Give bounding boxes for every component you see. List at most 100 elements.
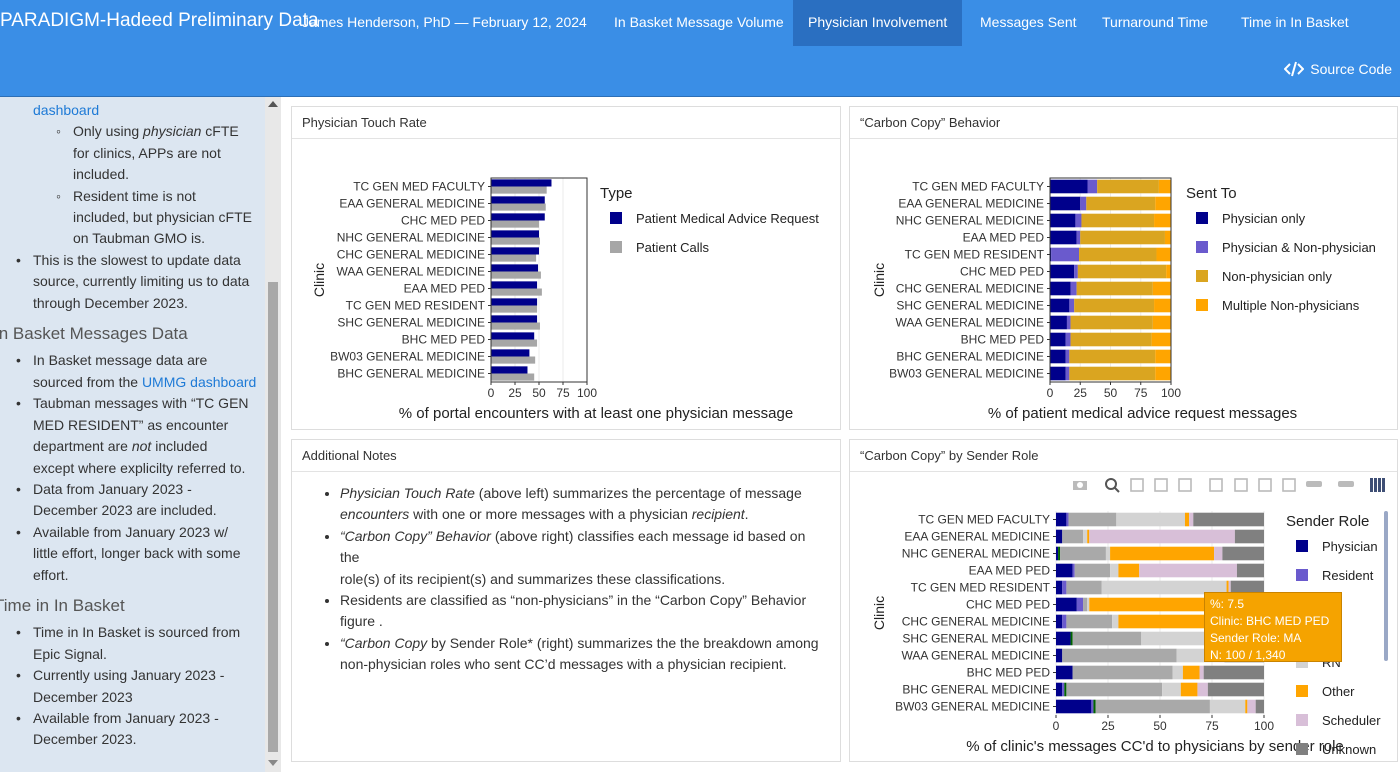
tab-physician-involvement[interactable]: Physician Involvement <box>793 0 963 46</box>
reset-axes-icon <box>1282 478 1296 492</box>
y-tick-label: SHC GENERAL MEDICINE <box>896 299 1044 313</box>
tab-turnaround-time[interactable]: Turnaround Time <box>1087 0 1223 46</box>
scroll-up-icon[interactable] <box>268 101 278 107</box>
bar-segment <box>1087 179 1098 194</box>
bar-segment <box>1234 529 1264 544</box>
bar-segment <box>1097 179 1159 194</box>
bar-segment <box>1180 682 1198 697</box>
tab-time-in-in-basket[interactable]: Time in In Basket <box>1226 0 1364 46</box>
bar-segment <box>1255 699 1264 714</box>
plotly-logo-bar <box>1378 478 1381 492</box>
bar-segment <box>1066 682 1163 697</box>
bar-segment <box>1072 665 1173 680</box>
bar-segment <box>1222 546 1264 561</box>
scroll-down-icon[interactable] <box>268 760 278 766</box>
legend-label: Physician only <box>1222 211 1306 226</box>
y-tick-label: WAA GENERAL MEDICINE <box>896 316 1044 330</box>
bar-segment <box>1066 315 1071 330</box>
y-tick-label: SHC GENERAL MEDICINE <box>902 632 1050 646</box>
bar-segment <box>1110 546 1215 561</box>
modebar-glyph <box>1209 478 1223 492</box>
bar-segment <box>1056 597 1077 612</box>
bar-segment <box>1158 179 1171 194</box>
zoom-out-icon <box>1234 478 1248 492</box>
legend-label: Physician & Non-physician <box>1222 240 1376 255</box>
bar-segment <box>1105 546 1111 561</box>
author-date: James Henderson, PhD — February 12, 2024 <box>302 14 587 30</box>
bar-segment <box>1062 682 1065 697</box>
bar-segment <box>1116 512 1185 527</box>
bar-segment <box>1060 546 1106 561</box>
modebar-glyph <box>1130 478 1144 492</box>
source-code-link[interactable]: Source Code <box>1283 61 1392 77</box>
tab-messages-sent[interactable]: Messages Sent <box>965 0 1092 46</box>
bar-segment <box>1074 298 1155 313</box>
tab-in-basket-message-volume[interactable]: In Basket Message Volume <box>599 0 799 46</box>
bar-segment <box>1154 298 1171 313</box>
y-tick-label: EAA MED PED <box>969 564 1051 578</box>
bar-segment <box>1050 179 1088 194</box>
bar-segment <box>1089 529 1235 544</box>
bar-segment <box>1072 631 1142 646</box>
x-tick-label: 0 <box>1047 386 1054 400</box>
scroll-thumb[interactable] <box>268 282 278 752</box>
x-axis-title: % of patient medical advice request mess… <box>988 405 1297 422</box>
bar-segment <box>1062 580 1067 595</box>
bar-segment <box>1056 682 1063 697</box>
sidebar-scrollbar[interactable] <box>265 97 281 772</box>
legend-label: Unknown <box>1322 742 1376 757</box>
legend-swatch <box>1196 270 1208 282</box>
modebar-glyph <box>1338 481 1354 487</box>
bar-segment <box>1069 366 1156 381</box>
bar-segment <box>1069 298 1075 313</box>
bar-segment <box>1062 614 1067 629</box>
sidebar-item-time-available: Available from January 2023 - December 2… <box>0 708 260 751</box>
zoom-in-icon <box>1209 478 1223 492</box>
legend-scrollbar <box>1384 511 1388 661</box>
legend-swatch <box>610 212 622 224</box>
bar <box>491 322 540 330</box>
bar-segment <box>1083 529 1088 544</box>
sidebar-item-data-range: Data from January 2023 - December 2023 a… <box>0 479 260 522</box>
bar-segment <box>1050 315 1067 330</box>
y-tick-label: CHC MED PED <box>966 598 1050 612</box>
bar-segment <box>1197 682 1208 697</box>
y-axis-title: Clinic <box>311 263 327 297</box>
bar <box>491 288 542 296</box>
bar-segment <box>1074 264 1078 279</box>
legend-label: Other <box>1322 684 1355 699</box>
bar-segment <box>1070 332 1152 347</box>
camera-icon <box>1073 481 1087 490</box>
y-tick-label: BW03 GENERAL MEDICINE <box>895 700 1050 714</box>
y-tick-label: NHC GENERAL MEDICINE <box>896 214 1044 228</box>
panel-carbon-copy-behavior: “Carbon Copy” Behavior 0 25 50 75 100 TC GEN … <box>849 106 1398 430</box>
bar <box>491 230 539 238</box>
bar-segment <box>1072 563 1075 578</box>
y-tick-label: CHC MED PED <box>960 265 1044 279</box>
legend-label: Patient Calls <box>636 240 709 255</box>
bar-segment <box>1066 614 1113 629</box>
y-tick-label: WAA GENERAL MEDICINE <box>337 265 485 279</box>
bar-segment <box>1184 512 1190 527</box>
bar <box>491 271 541 279</box>
bar <box>491 247 539 255</box>
y-tick-label: BHC GENERAL MEDICINE <box>337 367 485 381</box>
compare-hover-icon <box>1338 481 1354 487</box>
y-tick-label: CHC MED PED <box>401 214 485 228</box>
sidebar-item-slowest: This is the slowest to update data sourc… <box>0 250 260 314</box>
bar-segment <box>1139 563 1237 578</box>
ummg-dashboard-link[interactable]: UMMG dashboard <box>142 374 256 390</box>
bar-segment <box>1050 349 1066 364</box>
panel-title: “Carbon Copy” by Sender Role <box>850 440 1397 472</box>
x-tick-label: 0 <box>1053 719 1060 733</box>
bar-segment <box>1095 699 1210 714</box>
bar <box>491 356 536 364</box>
dashboard-link[interactable]: dashboard <box>33 102 99 118</box>
sidebar-heading-inbasket: In Basket Messages Data <box>0 324 188 344</box>
bar-segment <box>1066 580 1102 595</box>
source-code-label: Source Code <box>1310 61 1392 77</box>
zoom-icon-handle <box>1114 487 1120 493</box>
sidebar-content: dashboard Only using physician cFTE for … <box>0 97 265 751</box>
app-brand[interactable]: PARADIGM-Hadeed Preliminary Data <box>0 10 319 32</box>
bar-segment <box>1070 281 1077 296</box>
